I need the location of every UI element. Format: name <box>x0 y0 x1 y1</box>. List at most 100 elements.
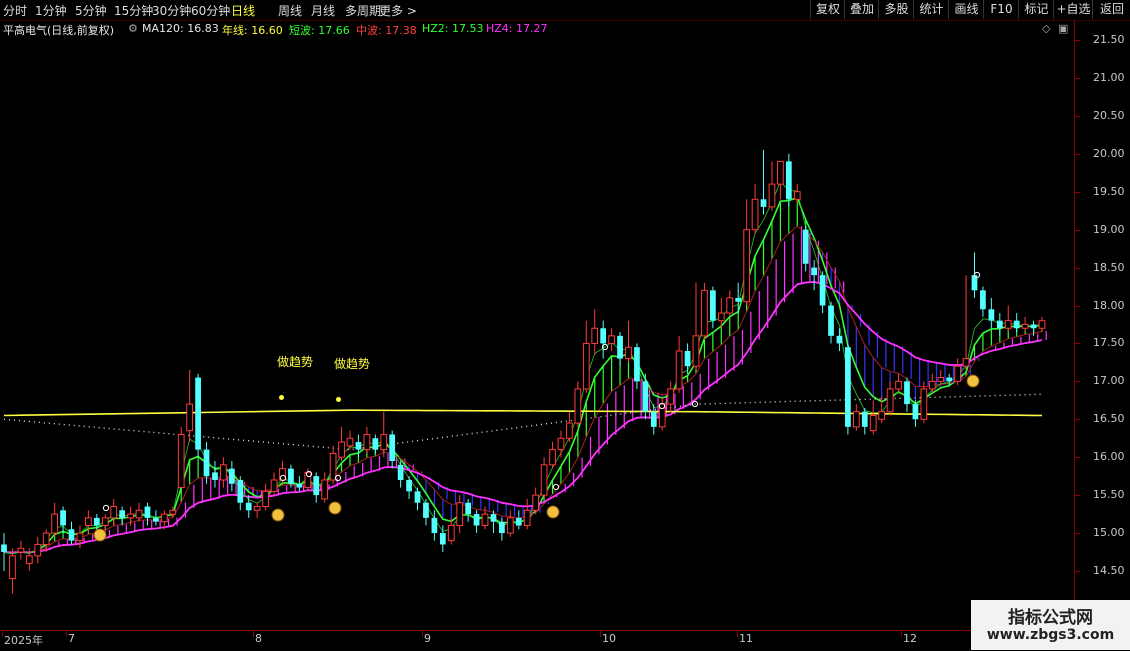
candle-body-up <box>85 517 92 526</box>
price-tick <box>1075 115 1080 117</box>
tab-period-10[interactable]: 更多 > <box>379 2 417 19</box>
toolbar-button-7[interactable]: +自选 <box>1053 0 1093 19</box>
candle-body-down <box>431 517 438 534</box>
candle-body-up <box>177 433 185 489</box>
watermark-url: www.zbgs3.com <box>986 627 1115 643</box>
candle-body-down <box>237 479 244 503</box>
candle-body-up <box>869 414 877 432</box>
toolbar-button-6[interactable]: 标记 <box>1018 0 1054 19</box>
price-label: 18.50 <box>1093 260 1125 274</box>
candle-body-down <box>389 434 396 462</box>
kline-chart[interactable] <box>0 20 1074 630</box>
candle-body-up <box>566 422 573 439</box>
candle-body-down <box>473 514 480 526</box>
price-tick <box>1075 305 1080 307</box>
candle-body-up <box>127 513 134 519</box>
price-tick <box>1075 343 1080 345</box>
candle-body-down <box>735 297 742 302</box>
watermark-logo: 指标公式网 www.zbgs3.com <box>971 600 1130 650</box>
date-label: 2025年 <box>4 634 43 647</box>
candle-body-down <box>406 479 412 492</box>
candle-body-down <box>153 517 159 522</box>
annotation-trend-2: 做趋势 <box>334 357 371 371</box>
line-mid-wave <box>3 225 1043 554</box>
tab-period-8[interactable]: 月线 <box>311 2 335 19</box>
candle-body-up <box>101 517 109 526</box>
candle-body-up <box>920 388 928 420</box>
candle-body-up <box>253 506 261 511</box>
candle-body-up <box>363 433 371 451</box>
candle-body-down <box>811 267 818 276</box>
price-tick <box>1075 419 1080 421</box>
candle-body-down <box>684 351 691 367</box>
tab-period-0[interactable]: 分时 <box>3 2 27 19</box>
candle-body-up <box>751 198 759 231</box>
candle-body-down <box>1013 320 1020 329</box>
candle-body-down <box>372 438 379 450</box>
candle-body-down <box>119 510 126 518</box>
tab-period-3[interactable]: 15分钟 <box>114 2 153 19</box>
money-bag-icon <box>93 528 107 542</box>
candle-body-up <box>962 358 970 367</box>
candle-body-up <box>701 289 708 337</box>
candle-body-down <box>439 533 446 545</box>
tab-period-4[interactable]: 30分钟 <box>152 2 191 19</box>
price-label: 14.50 <box>1093 564 1125 577</box>
candle-body-up <box>852 411 860 428</box>
annotation-dot-2 <box>336 397 341 402</box>
candle-body-down <box>946 377 953 382</box>
candle-body-up <box>793 191 801 200</box>
candle-body-up <box>456 502 464 526</box>
candle-body-up <box>768 183 776 208</box>
candle-body-down <box>245 502 252 511</box>
price-tick <box>1075 191 1080 193</box>
candle-body-up <box>886 388 894 413</box>
tab-period-9[interactable]: 多周期 <box>345 2 381 19</box>
candle-body-up <box>169 509 177 515</box>
price-label: 19.00 <box>1093 222 1125 236</box>
price-label: 17.50 <box>1093 336 1125 350</box>
line-hz2 <box>3 181 1043 555</box>
price-label: 18.00 <box>1093 298 1125 312</box>
price-label: 15.00 <box>1093 526 1125 540</box>
tab-period-6[interactable]: 日线 <box>231 2 255 19</box>
candle-body-up <box>346 437 354 447</box>
toolbar-button-8[interactable]: 返回 <box>1092 0 1130 19</box>
candle-body-down <box>465 502 472 515</box>
tab-period-5[interactable]: 60分钟 <box>191 2 230 19</box>
candle-body-down <box>60 510 66 526</box>
price-label: 19.50 <box>1093 184 1125 198</box>
candle-body-up <box>878 411 886 420</box>
toolbar-button-2[interactable]: 多股 <box>878 0 914 19</box>
date-axis: 2025年 7 8 9 10 11 12 <box>0 630 1074 651</box>
candle-body-down <box>1030 324 1037 329</box>
candle-body-up <box>17 547 25 553</box>
candle-body-up <box>34 543 42 557</box>
candle-body-up <box>532 494 540 511</box>
signal-arrow-icon <box>102 504 110 512</box>
tab-period-2[interactable]: 5分钟 <box>75 2 107 19</box>
price-label: 20.00 <box>1093 146 1125 160</box>
candle-body-up <box>895 380 902 390</box>
tab-period-7[interactable]: 周线 <box>278 2 302 19</box>
candle-body-down <box>195 377 201 450</box>
toolbar-button-4[interactable]: 画线 <box>948 0 984 19</box>
toolbar-button-1[interactable]: 叠加 <box>844 0 879 19</box>
toolbar-button-5[interactable]: F10 <box>983 0 1019 19</box>
watermark-title: 指标公式网 <box>1008 608 1093 628</box>
candle-body-up <box>51 513 59 534</box>
toolbar-button-0[interactable]: 复权 <box>810 0 845 19</box>
candle-body-down <box>296 483 303 488</box>
candle-body-down <box>710 290 716 321</box>
toolbar-button-3[interactable]: 统计 <box>913 0 949 19</box>
price-tick <box>1075 381 1080 383</box>
date-label: 10 <box>602 632 616 645</box>
candle-body-up <box>160 513 168 523</box>
candle-body-up <box>1021 323 1029 329</box>
candle-body-up <box>1004 320 1012 329</box>
date-label: 12 <box>903 632 917 645</box>
candle-body-down <box>836 335 843 344</box>
date-tick <box>66 631 67 637</box>
candle-body-down <box>617 335 623 359</box>
tab-period-1[interactable]: 1分钟 <box>35 2 67 19</box>
